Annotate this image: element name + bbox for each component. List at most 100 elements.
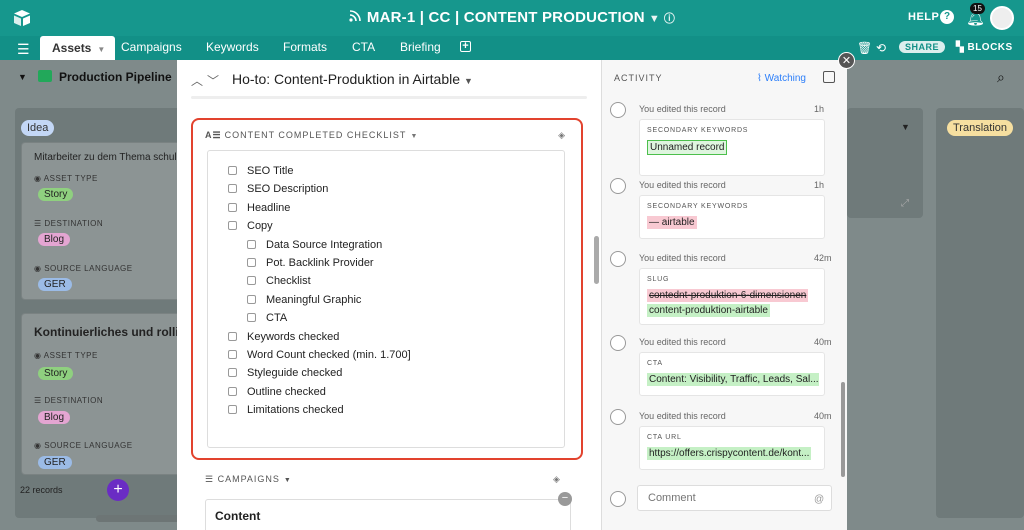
activity-card: CTA URL https://offers.crispycontent.de/k…: [639, 426, 825, 470]
add-table-icon[interactable]: +: [460, 41, 471, 52]
collapse-sidebar-icon[interactable]: ▼: [18, 72, 27, 82]
trash-icon[interactable]: 🗑︎: [857, 41, 872, 55]
collapse-panel-icon[interactable]: [823, 71, 835, 83]
activity-text: You edited this record: [639, 253, 726, 263]
chevron-down-icon: ▼: [648, 13, 660, 25]
card-title: Mitarbeiter zu dem Thema schulen: [34, 152, 184, 163]
tab-formats[interactable]: Formats: [283, 40, 327, 54]
tab-campaigns[interactable]: Campaigns: [121, 40, 182, 54]
mention-icon[interactable]: @: [814, 494, 824, 505]
checkbox[interactable]: [247, 294, 256, 304]
field-label: ◉ SOURCE LANGUAGE: [34, 264, 133, 273]
activity-card: CTA Content: Visibility, Traffic, Leads, …: [639, 352, 825, 396]
activity-text: You edited this record: [639, 104, 726, 114]
checklist-item[interactable]: Keywords checked: [228, 331, 339, 343]
checklist-item[interactable]: Word Count checked (min. 1.700]: [228, 349, 411, 361]
feed-icon: ⌇: [757, 73, 765, 84]
checklist-item-label: Keywords checked: [247, 330, 340, 343]
tab-keywords[interactable]: Keywords: [206, 40, 259, 54]
checkbox[interactable]: [247, 276, 256, 286]
activity-value: Content: Visibility, Traffic, Leads, Sal…: [647, 373, 819, 386]
close-icon[interactable]: ✕: [838, 52, 855, 69]
checkbox[interactable]: [247, 258, 256, 267]
user-avatar[interactable]: [990, 6, 1014, 30]
checklist-item[interactable]: Pot. Backlink Provider: [247, 257, 374, 269]
checkbox[interactable]: [247, 313, 256, 323]
checklist-item[interactable]: Headline: [228, 202, 290, 214]
expand-icon[interactable]: ⤢: [901, 198, 909, 209]
field-label: ◉ ASSET TYPE: [34, 351, 98, 360]
activity-scrollbar[interactable]: [841, 382, 845, 477]
vertical-scrollbar[interactable]: [594, 236, 599, 284]
campaign-value[interactable]: Content: [215, 509, 260, 523]
multiselect-field-icon: A☰: [205, 130, 222, 140]
checklist-item[interactable]: Meaningful Graphic: [247, 294, 361, 306]
share-button[interactable]: SHARE: [899, 41, 946, 53]
checklist-item-label: Checklist: [266, 275, 311, 288]
activity-field-label: CTA: [647, 360, 663, 367]
history-icon[interactable]: ⟲: [876, 41, 886, 55]
kanban-view-icon: [38, 70, 52, 82]
checkbox[interactable]: [228, 386, 237, 396]
checklist-item[interactable]: Outline checked: [228, 386, 326, 398]
checklist-item-label: Limitations checked: [247, 404, 344, 417]
checkbox[interactable]: [228, 202, 237, 212]
checklist-item[interactable]: SEO Description: [228, 183, 328, 195]
search-icon[interactable]: ⌕: [997, 69, 1005, 86]
base-title[interactable]: MAR-1 | CC | CONTENT PRODUCTION ▼ ⓘ: [0, 9, 1024, 26]
activity-field-label: SLUG: [647, 276, 670, 283]
hide-field-icon[interactable]: ◈: [553, 474, 560, 485]
tab-cta[interactable]: CTA: [352, 40, 375, 54]
field-header[interactable]: ☰ CAMPAIGNS ▼: [205, 474, 292, 485]
checkbox[interactable]: [228, 350, 237, 359]
activity-value: Unnamed record: [647, 140, 728, 155]
info-icon[interactable]: ⓘ: [664, 13, 675, 25]
checkbox[interactable]: [228, 166, 237, 175]
chevron-down-icon[interactable]: ▼: [901, 122, 910, 132]
activity-value: contednt-produktion-6-dimensionen: [647, 289, 809, 302]
blocks-button[interactable]: ▚ BLOCKS: [956, 42, 1013, 53]
kanban-card[interactable]: Kontinuierliches und rollierendes ◉ ASSE…: [21, 313, 184, 475]
hide-field-icon[interactable]: ◈: [558, 130, 565, 141]
help-link[interactable]: HELP: [908, 11, 939, 23]
checkbox[interactable]: [228, 405, 237, 415]
comment-input[interactable]: [637, 485, 832, 511]
tab-assets[interactable]: Assets ▼: [40, 36, 116, 60]
field-header[interactable]: A☰ CONTENT COMPLETED CHECKLIST ▼: [205, 130, 418, 141]
chevron-up-icon[interactable]: ︿: [191, 72, 203, 89]
checklist-item[interactable]: SEO Title: [228, 165, 293, 177]
activity-value: content-produktion-airtable: [647, 304, 770, 317]
checklist-item[interactable]: Copy: [228, 220, 273, 232]
record-fields-pane: ︿ ﹀ Ho-to: Content-Produktion in Airtabl…: [177, 60, 601, 530]
checklist-item[interactable]: Limitations checked: [228, 404, 344, 416]
record-title[interactable]: Ho-to: Content-Produktion in Airtable ▼: [232, 71, 473, 87]
divider: [191, 96, 587, 99]
help-icon[interactable]: ?: [940, 10, 954, 24]
add-record-button[interactable]: +: [107, 479, 129, 501]
remove-icon[interactable]: −: [558, 492, 572, 506]
chevron-down-icon[interactable]: ﹀: [207, 72, 219, 89]
checkbox[interactable]: [228, 221, 237, 231]
kanban-card[interactable]: Mitarbeiter zu dem Thema schulen ◉ ASSET…: [21, 142, 184, 300]
checklist-item[interactable]: CTA: [247, 312, 287, 324]
checklist-item-label: CTA: [266, 312, 288, 325]
checklist-item[interactable]: Data Source Integration: [247, 239, 382, 251]
label-text: DESTINATION: [44, 219, 104, 228]
checkbox[interactable]: [228, 184, 237, 194]
hamburger-menu-icon[interactable]: ☰: [17, 41, 30, 58]
checklist-box: SEO Title SEO Description Headline Copy Data…: [207, 150, 565, 448]
tab-briefing[interactable]: Briefing: [400, 40, 441, 54]
checkbox[interactable]: [228, 331, 237, 341]
checkbox[interactable]: [228, 368, 237, 378]
watching-toggle[interactable]: ⌇ Watching: [757, 73, 806, 84]
checklist-item[interactable]: Checklist: [247, 275, 311, 287]
activity-value: https://offers.crispycontent.de/kont...: [647, 447, 812, 460]
checklist-item[interactable]: Styleguide checked: [228, 367, 342, 379]
column-badge: Idea: [21, 120, 55, 136]
blocks-label: BLOCKS: [967, 42, 1013, 53]
view-name[interactable]: Production Pipeline: [59, 70, 172, 84]
activity-card: SECONDARY KEYWORDS Unnamed record: [639, 119, 825, 176]
checklist-field: A☰ CONTENT COMPLETED CHECKLIST ▼ ◈ SEO Tit…: [191, 118, 583, 460]
checkbox[interactable]: [247, 239, 256, 249]
checklist-item-label: Data Source Integration: [266, 238, 383, 251]
